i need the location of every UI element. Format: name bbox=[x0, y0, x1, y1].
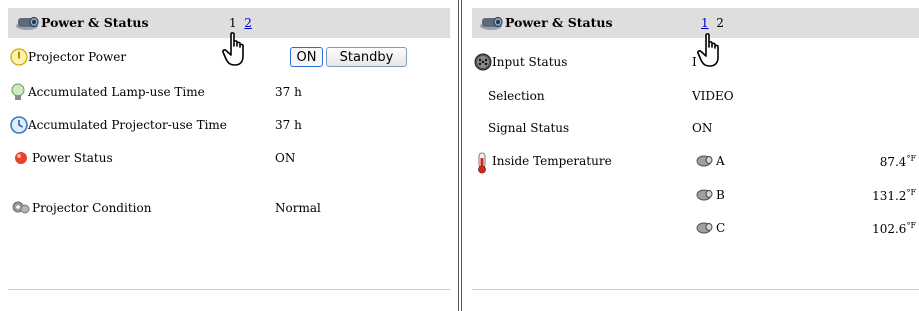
sensor-icon bbox=[696, 187, 714, 204]
projector-condition-value: Normal bbox=[275, 201, 321, 215]
panel-header: Power & Status 1 2 bbox=[472, 8, 919, 38]
projector-icon bbox=[14, 12, 40, 35]
lamp-time-value: 37 h bbox=[275, 85, 302, 99]
hand-pointer-icon bbox=[697, 33, 729, 72]
sensor-temperature: 102.6°F bbox=[872, 221, 916, 236]
input-status-row: Input Status I bbox=[472, 52, 919, 74]
projector-time-value: 37 h bbox=[275, 118, 302, 132]
sensor-a-row: A 87.4°F bbox=[472, 151, 919, 173]
selection-row: Selection VIDEO bbox=[472, 86, 919, 108]
standby-button[interactable]: Standby bbox=[326, 47, 407, 67]
clock-icon bbox=[10, 116, 28, 137]
status-dot-icon bbox=[14, 151, 28, 168]
power-status-value: ON bbox=[275, 151, 296, 165]
divider bbox=[472, 289, 919, 290]
on-button[interactable]: ON bbox=[290, 47, 323, 67]
panel-title: Power & Status bbox=[41, 15, 149, 30]
sensor-temperature: 87.4°F bbox=[879, 154, 916, 169]
page-1-link[interactable]: 1 bbox=[701, 16, 709, 30]
lamp-icon bbox=[10, 83, 26, 105]
panel-title: Power & Status bbox=[505, 15, 613, 30]
lamp-time-row: Accumulated Lamp-use Time 37 h bbox=[8, 82, 450, 104]
condition-icon bbox=[10, 199, 32, 218]
page-2-link[interactable]: 2 bbox=[244, 16, 252, 30]
signal-status-row: Signal Status ON bbox=[472, 118, 919, 140]
projector-condition-row: Projector Condition Normal bbox=[8, 198, 450, 220]
input-connector-icon bbox=[474, 53, 492, 74]
sensor-name: B bbox=[716, 188, 725, 202]
power-status-page-1: Power & Status 1 2 Projector Power ON St… bbox=[0, 0, 459, 311]
power-icon bbox=[10, 48, 28, 69]
sensor-name: A bbox=[716, 154, 725, 168]
signal-status-label: Signal Status bbox=[488, 121, 570, 135]
projector-time-row: Accumulated Projector-use Time 37 h bbox=[8, 115, 450, 137]
sensor-icon bbox=[696, 153, 714, 170]
page-selector: 1 2 bbox=[701, 16, 724, 30]
lamp-time-label: Accumulated Lamp-use Time bbox=[28, 85, 205, 99]
projector-time-label: Accumulated Projector-use Time bbox=[28, 118, 227, 132]
input-status-label: Input Status bbox=[492, 55, 568, 69]
sensor-name: C bbox=[716, 221, 726, 235]
page-1-current: 1 bbox=[229, 16, 237, 30]
hand-pointer-icon bbox=[222, 32, 254, 71]
sensor-icon bbox=[696, 220, 714, 237]
projector-condition-label: Projector Condition bbox=[32, 201, 152, 215]
page-selector: 1 2 bbox=[229, 16, 252, 30]
power-status-row: Power Status ON bbox=[8, 148, 450, 170]
power-status-page-2: Power & Status 1 2 Input Status I Select… bbox=[461, 0, 919, 311]
projector-icon bbox=[478, 12, 504, 35]
projector-power-label: Projector Power bbox=[28, 50, 127, 64]
power-status-label: Power Status bbox=[32, 151, 113, 165]
page-2-current: 2 bbox=[716, 16, 724, 30]
selection-label: Selection bbox=[488, 89, 545, 103]
sensor-temperature: 131.2°F bbox=[872, 188, 916, 203]
selection-value: VIDEO bbox=[692, 89, 734, 103]
divider bbox=[8, 289, 450, 290]
signal-status-value: ON bbox=[692, 121, 713, 135]
sensor-b-row: B 131.2°F bbox=[472, 185, 919, 207]
sensor-c-row: C 102.6°F bbox=[472, 218, 919, 240]
